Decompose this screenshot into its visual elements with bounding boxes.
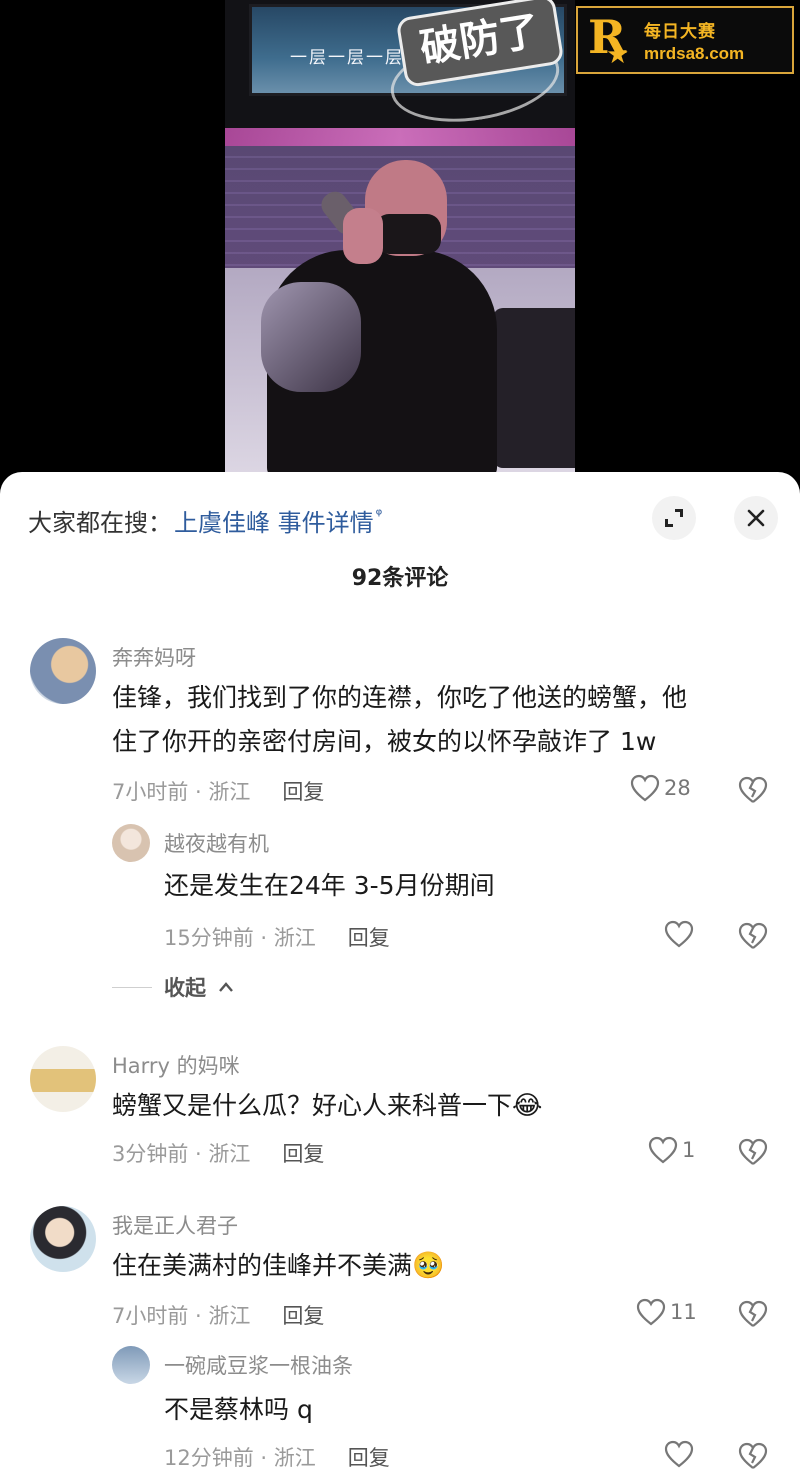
close-icon [747,509,765,527]
watermark-logo: R ★ [588,10,630,70]
search-icon: ᵠ [375,504,383,524]
expand-icon [665,509,683,527]
reply-button[interactable]: 回复 [282,1138,324,1168]
comment-text[interactable]: 住在美满村的佳峰并不美满🥹 [112,1244,444,1288]
comment-text[interactable]: 不是蔡林吗 q [164,1388,313,1432]
watermark-url: mrdsa8.com [644,43,745,63]
avatar[interactable] [30,1206,96,1272]
comment-author[interactable]: 奔奔妈呀 [112,642,196,672]
comment-author[interactable]: 一碗咸豆浆一根油条 [164,1350,353,1380]
comment-text[interactable]: 螃蟹又是什么瓜？好心人来科普一下😂 [112,1084,542,1128]
reply-button[interactable]: 回复 [348,922,390,952]
like-button[interactable]: 11 [636,1298,697,1326]
comment-meta: 7小时前 · 浙江 回复 [112,1300,324,1330]
like-button[interactable] [664,1440,698,1468]
collapse-replies-button[interactable]: 收起 [112,972,234,1002]
dislike-button[interactable] [738,776,768,808]
like-button[interactable]: 28 [630,774,691,802]
search-prefix: 大家都在搜： [28,508,172,537]
avatar[interactable] [112,1346,150,1384]
watermark-cn: 每日大赛 [644,21,716,42]
expand-button[interactable] [652,496,696,540]
broken-heart-icon [738,1442,768,1469]
laughing-crying-emoji-icon: 😂 [512,1091,543,1121]
heart-icon [664,1440,694,1468]
like-count: 1 [682,1138,696,1162]
dislike-button[interactable] [738,922,768,954]
broken-heart-icon [738,776,768,803]
broken-heart-icon [738,1300,768,1327]
crying-face-emoji-icon: 🥹 [412,1251,445,1281]
comment-sheet: 大家都在搜： 上虞佳峰 事件详情 ᵠ 92条评论 奔奔妈呀 佳锋，我们找到了你的… [0,472,800,1482]
comment-time: 15分钟前 · 浙江 [164,926,316,950]
comment-time: 3分钟前 · 浙江 [112,1142,251,1166]
dislike-button[interactable] [738,1442,768,1474]
heart-icon [636,1298,666,1326]
dislike-button[interactable] [738,1138,768,1170]
comment-text[interactable]: 佳锋，我们找到了你的连襟，你吃了他送的螃蟹，他 住了你开的亲密付房间，被女的以怀… [112,676,687,764]
avatar[interactable] [30,638,96,704]
comment-time: 7小时前 · 浙江 [112,1304,251,1328]
comment-count: 92条评论 [351,566,449,591]
comment-time: 7小时前 · 浙江 [112,780,251,804]
comment-meta: 15分钟前 · 浙江 回复 [164,922,390,952]
comment-meta: 7小时前 · 浙江 回复 [112,776,324,806]
like-button[interactable]: 1 [648,1136,695,1164]
comment-author[interactable]: 越夜越有机 [164,828,269,858]
comment-author[interactable]: 我是正人君子 [112,1210,238,1240]
trending-search[interactable]: 大家都在搜： 上虞佳峰 事件详情 ᵠ [28,500,382,540]
person-hand [343,208,383,264]
comment-author[interactable]: Harry 的妈咪 [112,1050,240,1080]
chevron-up-icon [219,982,233,992]
like-count: 11 [670,1300,697,1324]
broken-heart-icon [738,922,768,949]
like-button[interactable] [664,920,698,948]
reply-button[interactable]: 回复 [282,1300,324,1330]
comment-text[interactable]: 还是发生在24年 3-5月份期间 [164,864,495,908]
heart-icon [664,920,694,948]
close-button[interactable] [734,496,778,540]
video-player[interactable]: 一层一层一层的 破防了 R ★ 每日大赛 mrdsa8.com [0,0,800,478]
reply-button[interactable]: 回复 [282,776,324,806]
comment-meta: 3分钟前 · 浙江 回复 [112,1138,324,1168]
watermark: R ★ 每日大赛 mrdsa8.com [576,6,794,74]
collapse-label: 收起 [164,976,206,1000]
pillow [493,308,575,468]
divider [112,986,152,988]
face-mask [375,214,441,254]
reply-button[interactable]: 回复 [348,1442,390,1472]
comment-meta: 12分钟前 · 浙江 回复 [164,1442,390,1472]
heart-icon [648,1136,678,1164]
heart-icon [630,774,660,802]
dislike-button[interactable] [738,1300,768,1332]
avatar[interactable] [112,824,150,862]
star-icon: ★ [606,40,630,70]
comment-time: 12分钟前 · 浙江 [164,1446,316,1470]
neon-light [225,128,575,146]
person-arm [261,282,361,392]
broken-heart-icon [738,1138,768,1165]
avatar[interactable] [30,1046,96,1112]
like-count: 28 [664,776,691,800]
search-term-link[interactable]: 上虞佳峰 事件详情 [174,503,374,538]
